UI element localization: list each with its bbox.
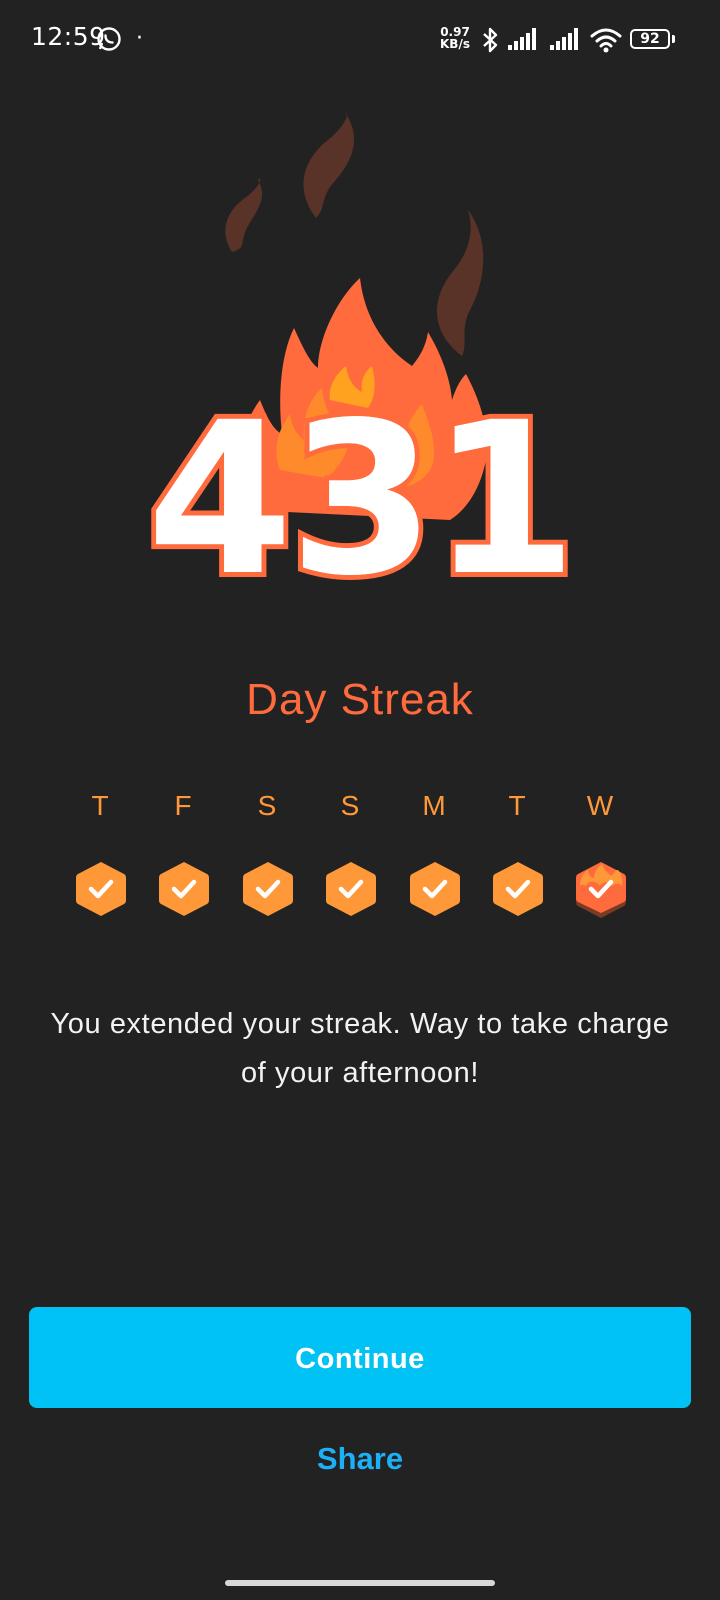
day-item: T	[477, 790, 557, 930]
today-flame-check-icon	[576, 862, 626, 918]
completed-check-icon	[326, 862, 376, 916]
completed-check-icon	[410, 862, 460, 916]
home-indicator[interactable]	[225, 1580, 495, 1586]
smoke-wisp-left	[225, 178, 263, 252]
completed-check-icon	[159, 862, 209, 916]
day-label: W	[586, 790, 614, 821]
day-label: T	[508, 790, 526, 821]
streak-message: You extended your streak. Way to take ch…	[50, 1008, 670, 1089]
signal-icon	[508, 28, 536, 50]
day-label: S	[257, 790, 277, 821]
notification-dot: ·	[136, 26, 143, 51]
day-item: M	[394, 790, 474, 930]
completed-check-icon	[243, 862, 293, 916]
battery-icon: 92	[630, 29, 670, 49]
day-item: S	[227, 790, 307, 930]
bluetooth-icon	[483, 27, 498, 53]
status-bar: 12:59 · 0.97 KB/s 92	[0, 0, 720, 80]
day-label: T	[91, 790, 109, 821]
completed-check-icon	[76, 862, 126, 916]
battery-tip	[672, 35, 675, 43]
day-label: S	[340, 790, 360, 821]
network-speed-unit: KB/s	[440, 37, 470, 51]
signal-icon	[550, 28, 578, 50]
day-item: F	[143, 790, 223, 930]
day-item: T	[60, 790, 140, 930]
day-label: M	[422, 790, 446, 821]
streak-count: 431	[146, 377, 577, 622]
day-item: W	[560, 790, 640, 930]
day-item: S	[310, 790, 390, 930]
day-label: F	[174, 790, 192, 821]
share-button[interactable]: Share	[0, 1441, 720, 1477]
status-time: 12:59	[31, 22, 106, 51]
network-speed: 0.97 KB/s	[440, 26, 470, 50]
smoke-wisp-center	[303, 113, 355, 218]
whatsapp-icon	[97, 27, 121, 51]
completed-check-icon	[493, 862, 543, 916]
smoke-wisp-right	[436, 210, 484, 356]
streak-label: Day Streak	[246, 675, 474, 724]
week-progress: T F S S M T W	[60, 790, 660, 930]
wifi-icon	[590, 28, 622, 53]
continue-button[interactable]: Continue	[29, 1307, 691, 1408]
